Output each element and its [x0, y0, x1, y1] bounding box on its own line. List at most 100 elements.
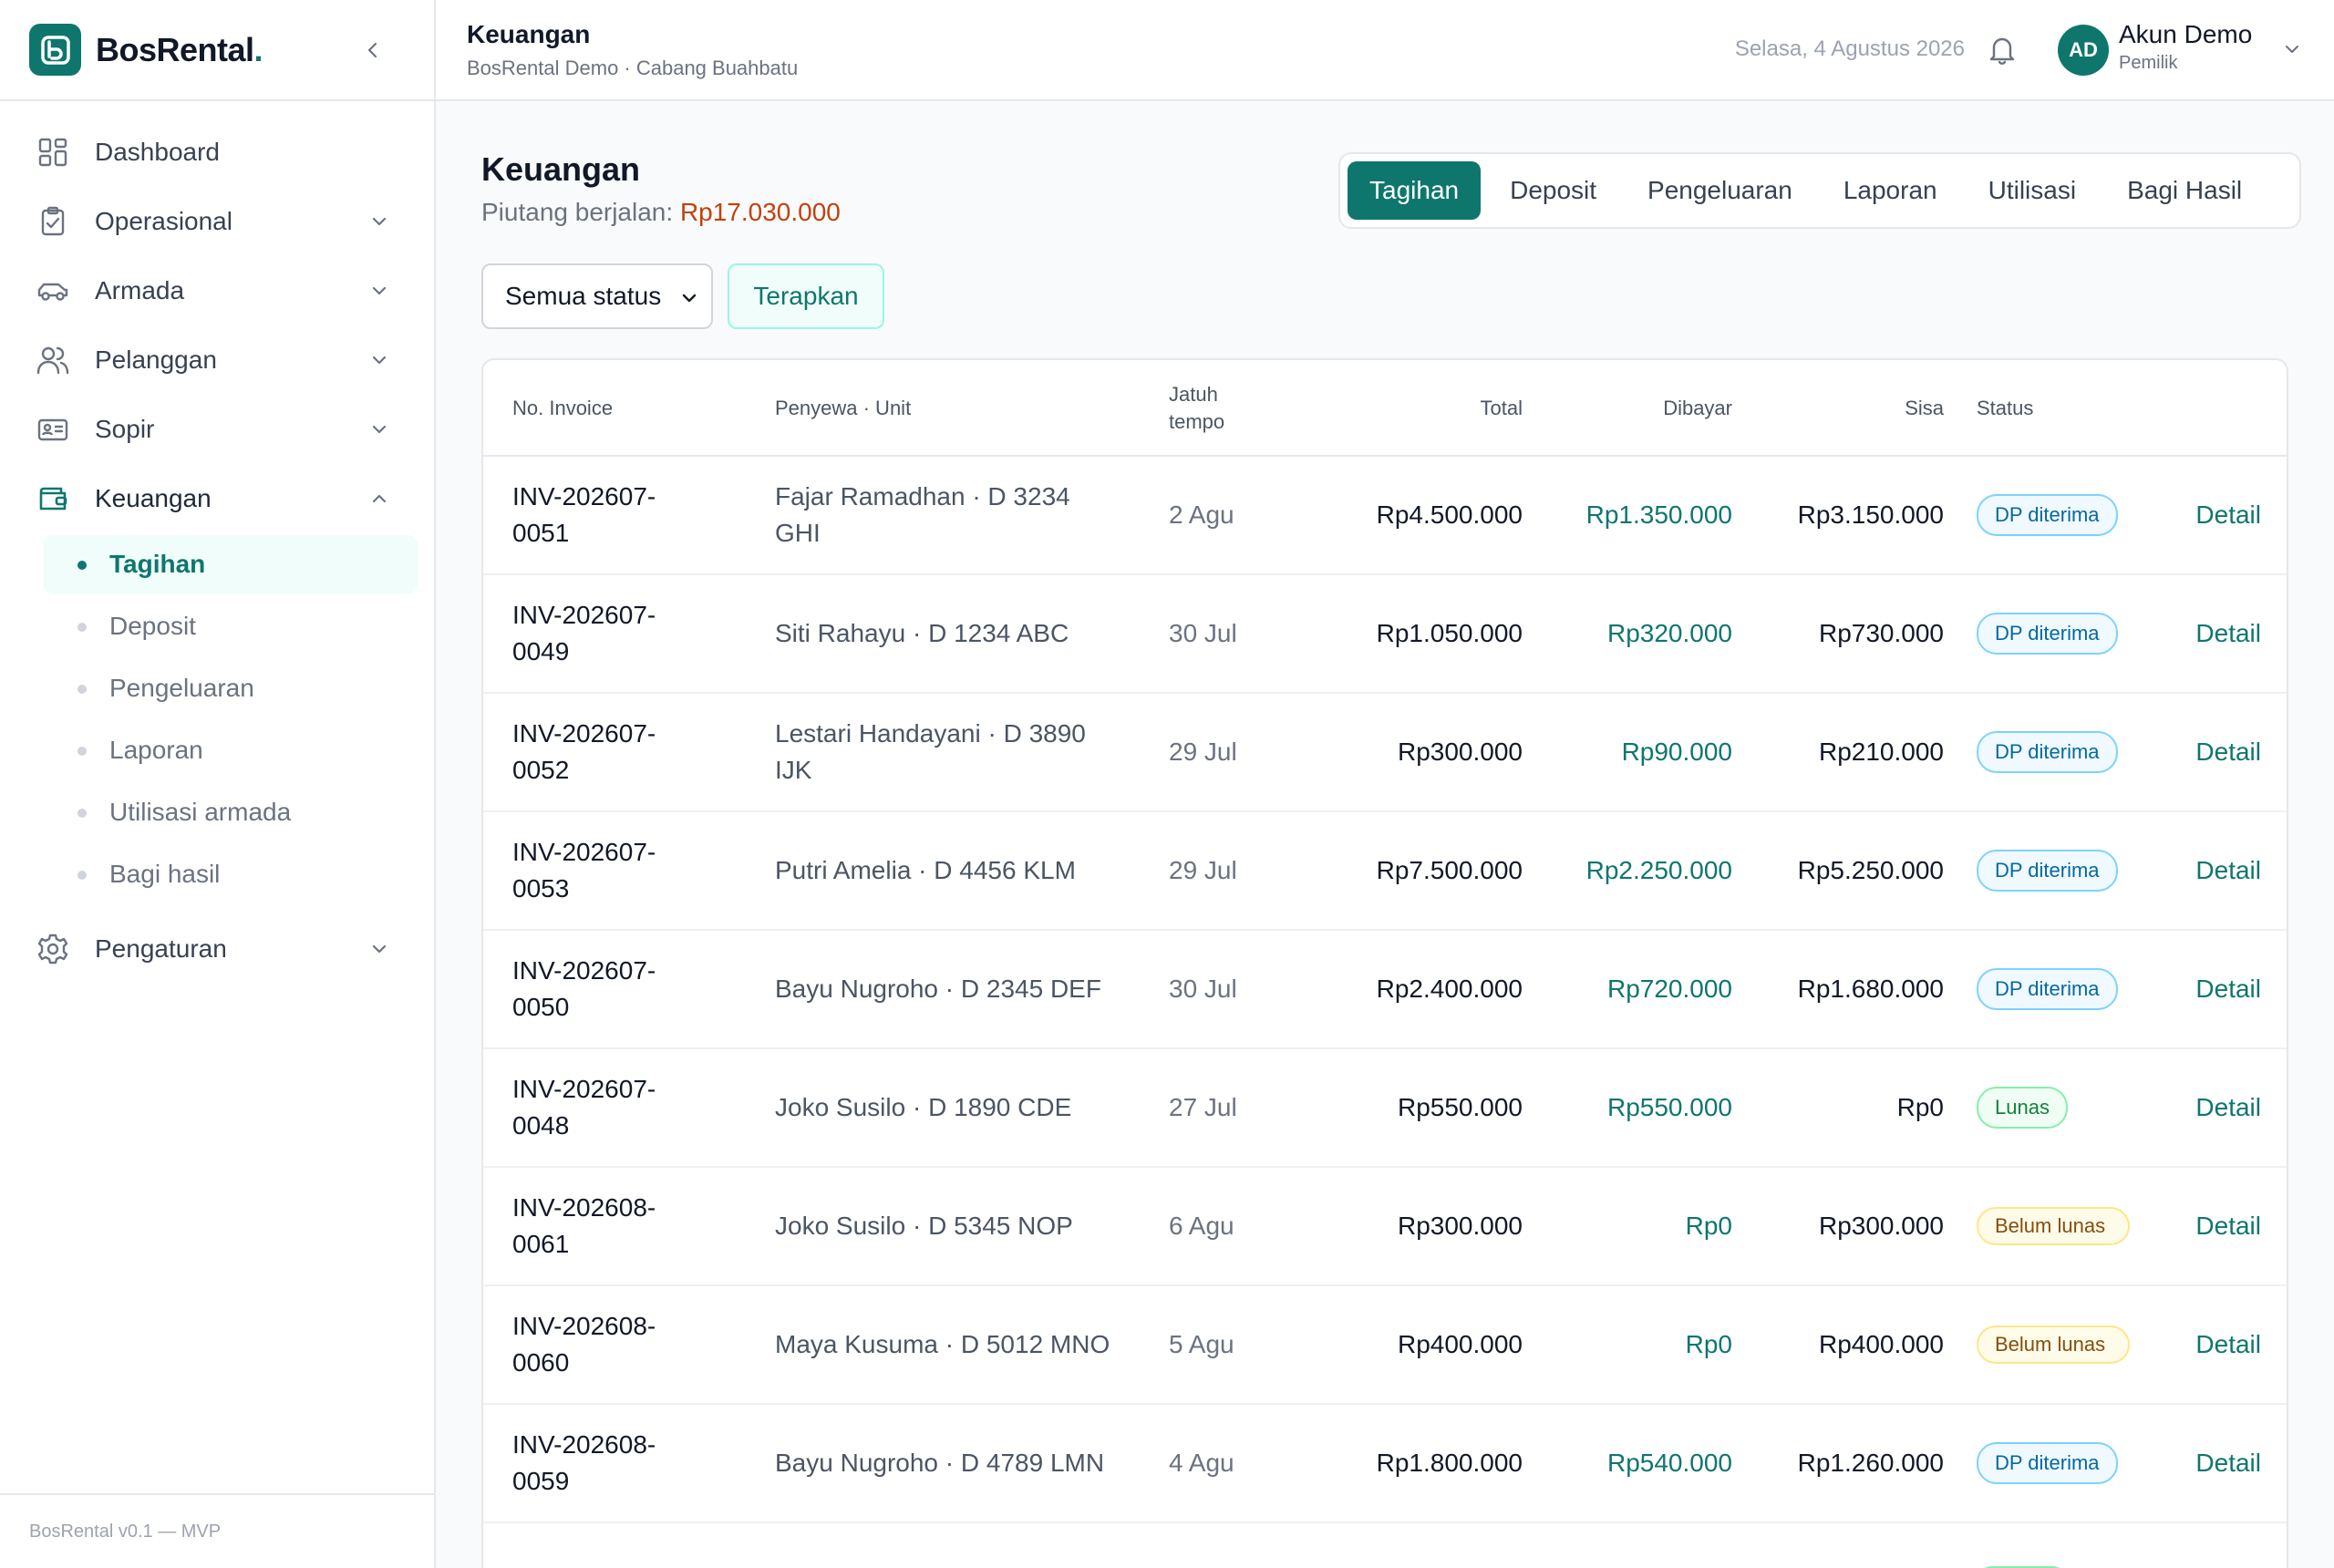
total-amount: Rp7.500.000	[1376, 856, 1523, 884]
tab-bagi-hasil[interactable]: Bagi Hasil	[2105, 161, 2264, 220]
sidebar-item-keuangan[interactable]: Keuangan	[0, 464, 434, 533]
sidebar-item-dashboard[interactable]: Dashboard	[0, 118, 434, 187]
sidebar-item-pelanggan[interactable]: Pelanggan	[0, 325, 434, 395]
detail-link[interactable]: Detail	[2170, 1049, 2261, 1166]
header-subtitle: BosRental Demo · Cabang Buahbatu	[467, 57, 799, 79]
table-row[interactable]: INV-202608- 0060 Maya Kusuma · D 5012 MNO 5…	[483, 1286, 2287, 1405]
table-row[interactable]: INV-202607-	[483, 1523, 2287, 1568]
sidebar-item-label: Sopir	[95, 415, 155, 443]
bullet-icon	[77, 685, 87, 694]
column-header-paid: Dibayar	[1663, 397, 1732, 419]
keuangan-submenu: Tagihan Deposit Pengeluaran Laporan Util…	[0, 535, 434, 914]
sidebar-item-operasional[interactable]: Operasional	[0, 187, 434, 256]
column-header-due: Jatuh tempo	[1169, 360, 1224, 457]
sidebar-item-pengaturan[interactable]: Pengaturan	[0, 914, 434, 984]
invoice-number: INV-202607-	[512, 1523, 731, 1568]
due-date: 6 Agu	[1169, 1212, 1234, 1240]
bullet-icon	[77, 561, 87, 570]
customer-unit: Bayu Nugroho · D 4789 LMN	[775, 1449, 1105, 1477]
sidebar-item-armada[interactable]: Armada	[0, 256, 434, 325]
total-amount: Rp2.400.000	[1376, 975, 1523, 1003]
detail-link[interactable]: Detail	[2170, 931, 2261, 1047]
detail-link[interactable]: Detail	[2170, 1405, 2261, 1522]
sidebar-subitem-utilisasi[interactable]: Utilisasi armada	[44, 783, 418, 841]
status-cell: DP diterima	[1977, 812, 2141, 929]
apply-filter-button[interactable]: Terapkan	[728, 263, 884, 329]
sidebar-subitem-tagihan[interactable]: Tagihan	[44, 535, 418, 593]
chevron-down-icon	[682, 294, 697, 303]
sidebar-subitem-deposit[interactable]: Deposit	[44, 597, 418, 655]
remaining-amount: Rp730.000	[1818, 619, 1944, 647]
bullet-icon	[77, 871, 87, 880]
remaining-amount: Rp400.000	[1818, 1330, 1944, 1358]
tab-utilisasi[interactable]: Utilisasi	[1967, 161, 2098, 220]
sidebar-subitem-laporan[interactable]: Laporan	[44, 721, 418, 779]
sidebar-item-label: Keuangan	[95, 484, 212, 512]
brand-name: BosRental.	[96, 30, 263, 68]
customer-unit: Lestari Handayani · D 3890 IJK	[775, 719, 1086, 784]
status-cell: DP diterima	[1977, 694, 2141, 810]
sidebar-subitem-bagi-hasil[interactable]: Bagi hasil	[44, 845, 418, 903]
invoice-number: INV-202607- 0053	[512, 838, 656, 903]
customer-unit: Joko Susilo · D 1890 CDE	[775, 1093, 1072, 1121]
due-date: 30 Jul	[1169, 619, 1237, 647]
detail-link[interactable]	[2170, 1523, 2261, 1568]
status-badge: DP diterima	[1977, 850, 2118, 892]
header-date: Selasa, 4 Agustus 2026	[1734, 36, 1965, 61]
sidebar-subitem-pengeluaran[interactable]: Pengeluaran	[44, 659, 418, 717]
remaining-amount: Rp5.250.000	[1797, 856, 1944, 884]
invoice-number: INV-202607- 0049	[512, 601, 656, 665]
invoice-number: INV-202607- 0052	[512, 719, 656, 784]
column-header-due-line1: Jatuh	[1169, 383, 1218, 406]
detail-link[interactable]: Detail	[2170, 812, 2261, 929]
sidebar-subitem-label: Deposit	[109, 612, 196, 640]
customer-unit: Fajar Ramadhan · D 3234 GHI	[775, 482, 1070, 547]
sidebar-item-sopir[interactable]: Sopir	[0, 395, 434, 464]
table-row[interactable]: INV-202607- 0052 Lestari Handayani · D 389…	[483, 694, 2287, 812]
chevron-down-icon	[368, 938, 390, 960]
detail-link[interactable]: Detail	[2170, 694, 2261, 810]
sidebar-item-label: Operasional	[95, 207, 232, 235]
detail-link[interactable]: Detail	[2170, 1286, 2261, 1403]
table-row[interactable]: INV-202607- 0048 Joko Susilo · D 1890 CDE 2…	[483, 1049, 2287, 1168]
table-row[interactable]: INV-202607- 0051 Fajar Ramadhan · D 3234 G…	[483, 457, 2287, 575]
status-badge: DP diterima	[1977, 494, 2118, 536]
chevron-down-icon[interactable]	[2281, 38, 2303, 60]
column-header-customer: Penyewa · Unit	[775, 397, 912, 419]
customer-unit: Joko Susilo · D 5345 NOP	[775, 1212, 1073, 1240]
brand-logo-icon[interactable]	[29, 24, 81, 76]
table-row[interactable]: INV-202608- 0059 Bayu Nugroho · D 4789 LMN…	[483, 1405, 2287, 1523]
header-title: Keuangan	[467, 20, 591, 48]
remaining-amount: Rp300.000	[1818, 1212, 1944, 1240]
chevron-down-icon	[368, 349, 390, 371]
table-row[interactable]: INV-202608- 0061 Joko Susilo · D 5345 NOP 6…	[483, 1168, 2287, 1286]
table-row[interactable]: INV-202607- 0049 Siti Rahayu · D 1234 ABC 3…	[483, 575, 2287, 694]
paid-amount: Rp2.250.000	[1585, 856, 1732, 884]
collapse-sidebar-button[interactable]	[359, 36, 387, 64]
total-amount: Rp300.000	[1397, 738, 1523, 766]
status-badge: DP diterima	[1977, 731, 2118, 773]
invoice-number: INV-202607- 0051	[512, 482, 656, 547]
column-header-invoice: No. Invoice	[512, 397, 614, 419]
total-amount: Rp1.050.000	[1376, 619, 1523, 647]
sidebar-subitem-label: Tagihan	[109, 550, 206, 578]
tab-tagihan[interactable]: Tagihan	[1348, 161, 1482, 220]
detail-link[interactable]: Detail	[2170, 457, 2261, 573]
user-name[interactable]: Akun Demo	[2119, 20, 2254, 49]
table-row[interactable]: INV-202607- 0053 Putri Amelia · D 4456 KLM…	[483, 812, 2287, 931]
invoice-number: INV-202607- 0050	[512, 956, 656, 1021]
total-amount: Rp4.500.000	[1376, 500, 1523, 529]
bell-icon[interactable]	[1985, 33, 2019, 67]
detail-link[interactable]: Detail	[2170, 575, 2261, 692]
detail-link[interactable]: Detail	[2170, 1168, 2261, 1284]
status-filter-select[interactable]: Semua status	[481, 263, 713, 329]
sidebar-subitem-label: Bagi hasil	[109, 860, 221, 888]
chevron-down-icon	[368, 211, 390, 232]
table-body: INV-202607- 0051 Fajar Ramadhan · D 3234 G…	[483, 457, 2287, 1568]
table-row[interactable]: INV-202607- 0050 Bayu Nugroho · D 2345 DEF…	[483, 931, 2287, 1049]
tab-pengeluaran[interactable]: Pengeluaran	[1626, 161, 1814, 220]
column-header-total: Total	[1480, 397, 1523, 419]
avatar[interactable]: AD	[2058, 25, 2109, 76]
tab-laporan[interactable]: Laporan	[1822, 161, 1959, 220]
tab-deposit[interactable]: Deposit	[1488, 161, 1618, 220]
